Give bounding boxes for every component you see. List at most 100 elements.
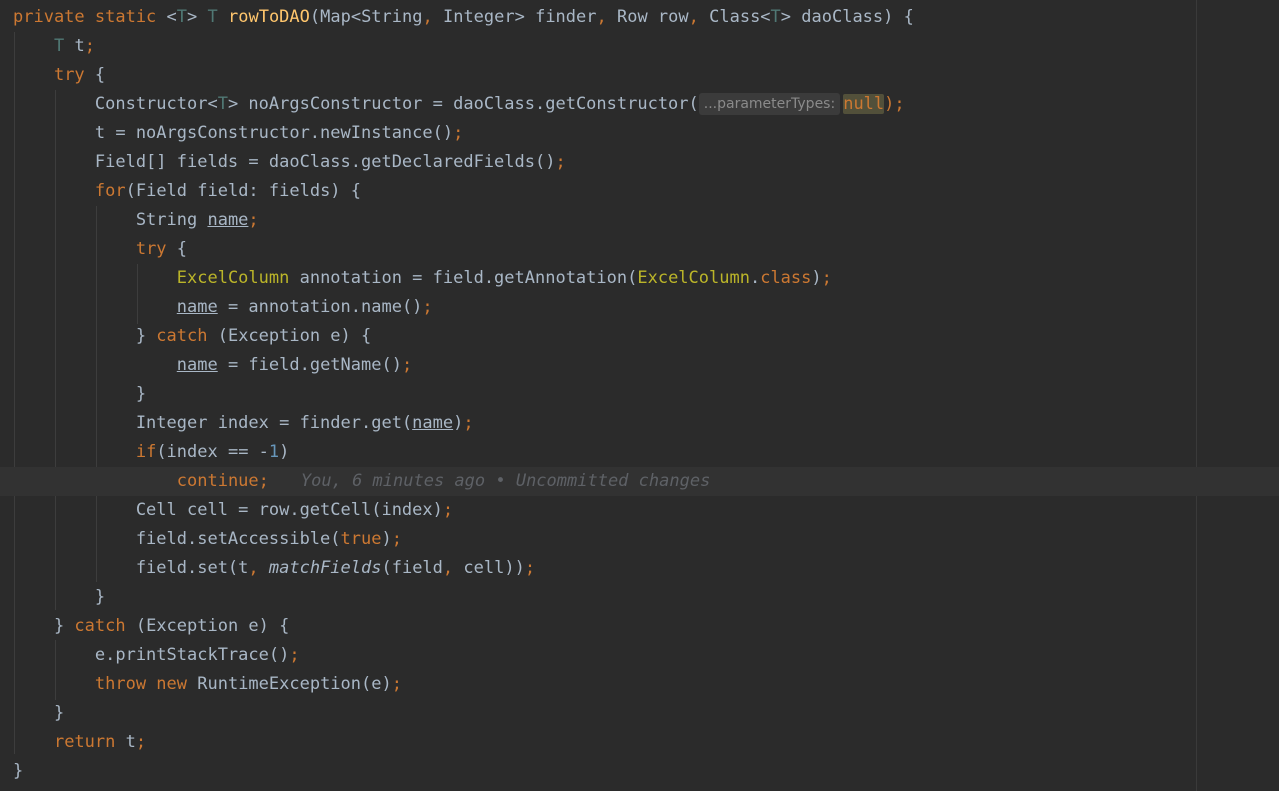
code-line[interactable]: return t;: [0, 728, 1279, 757]
code-line[interactable]: String name;: [0, 206, 1279, 235]
code-line[interactable]: for(Field field: fields) {: [0, 177, 1279, 206]
parameter-hint: ...parameterTypes:: [698, 93, 841, 115]
code-token: T: [770, 7, 781, 27]
code-token: T: [217, 94, 228, 114]
code-token: > daoClass) {: [780, 7, 914, 27]
code-line[interactable]: T t;: [0, 32, 1279, 61]
code-token: true: [340, 529, 382, 549]
code-token: {: [94, 65, 106, 85]
code-token: catch: [74, 616, 136, 636]
code-token: ;: [442, 500, 454, 520]
code-line[interactable]: }: [0, 583, 1279, 612]
code-token: (field: [381, 558, 443, 578]
code-token: ;: [401, 355, 413, 375]
code-line[interactable]: private static <T> T rowToDAO(Map<String…: [0, 3, 1279, 32]
code-editor[interactable]: private static <T> T rowToDAO(Map<String…: [0, 0, 1279, 791]
code-token: (Field field: fields) {: [125, 181, 362, 201]
code-line[interactable]: try {: [0, 235, 1279, 264]
code-token: 1: [268, 442, 280, 462]
code-line[interactable]: } catch (Exception e) {: [0, 322, 1279, 351]
code-token: ;: [463, 413, 474, 433]
code-token: cell)): [463, 558, 525, 578]
code-token: rowToDAO: [228, 7, 310, 27]
code-token: (Exception e) {: [217, 326, 372, 346]
code-line[interactable]: Constructor<T> noArgsConstructor = daoCl…: [0, 90, 1279, 119]
code-token: ;: [555, 152, 566, 172]
code-token: .: [749, 268, 761, 288]
code-token: (Exception e) {: [135, 616, 290, 636]
code-line[interactable]: } catch (Exception e) {: [0, 612, 1279, 641]
code-token: ;: [391, 674, 402, 694]
code-token: Cell cell = row.getCell(index): [13, 500, 443, 520]
code-token: >: [187, 7, 208, 27]
code-line[interactable]: field.setAccessible(true);: [0, 525, 1279, 554]
code-token: Class<: [709, 7, 771, 27]
code-token: (index == -: [156, 442, 269, 462]
code-line[interactable]: try {: [0, 61, 1279, 90]
code-line[interactable]: Cell cell = row.getCell(index);: [0, 496, 1279, 525]
code-line[interactable]: throw new RuntimeException(e);: [0, 670, 1279, 699]
code-line[interactable]: field.set(t, matchFields(field, cell));: [0, 554, 1279, 583]
code-token: e.printStackTrace(): [13, 645, 290, 665]
code-token: ): [811, 268, 822, 288]
code-token: ,: [442, 558, 464, 578]
code-token: ;: [821, 268, 832, 288]
code-token: RuntimeException(e): [197, 674, 392, 694]
code-line[interactable]: ExcelColumn annotation = field.getAnnota…: [0, 264, 1279, 293]
code-token: continue: [176, 471, 259, 491]
code-token: T: [53, 36, 75, 56]
code-line[interactable]: }: [0, 699, 1279, 728]
code-token: Constructor<: [13, 94, 218, 114]
code-token: ;: [391, 529, 402, 549]
code-token: t: [125, 732, 136, 752]
code-line[interactable]: }: [0, 757, 1279, 786]
code-token: field.setAccessible(: [13, 529, 341, 549]
code-token: Integer index = finder.get(: [13, 413, 413, 433]
code-line[interactable]: t = noArgsConstructor.newInstance();: [0, 119, 1279, 148]
code-token: > noArgsConstructor = daoClass.getConstr…: [227, 94, 699, 114]
code-token: if: [135, 442, 157, 462]
code-token: );: [884, 94, 905, 114]
code-token: ;: [135, 732, 147, 752]
code-line-current[interactable]: continue; You, 6 minutes ago • Uncommitte…: [0, 467, 1279, 496]
code-token: = annotation.name(): [217, 297, 423, 317]
code-token: try: [135, 239, 177, 259]
code-token: t: [74, 36, 85, 56]
code-token: ): [381, 529, 392, 549]
code-token: ;: [258, 471, 269, 491]
code-token: field.set(t: [13, 558, 249, 578]
code-line[interactable]: Field[] fields = daoClass.getDeclaredFie…: [0, 148, 1279, 177]
code-token: annotation = field.getAnnotation(: [289, 268, 638, 288]
code-token: catch: [156, 326, 218, 346]
code-token: ;: [422, 297, 433, 317]
code-token: ): [453, 413, 464, 433]
code-token: Row row: [616, 7, 689, 27]
code-token: }: [13, 616, 75, 636]
code-token: T: [176, 7, 188, 27]
code-token: Field[] fields = daoClass.getDeclaredFie…: [13, 152, 556, 172]
code-line[interactable]: Integer index = finder.get(name);: [0, 409, 1279, 438]
code-line[interactable]: e.printStackTrace();: [0, 641, 1279, 670]
code-token: throw new: [94, 674, 198, 694]
code-token: for: [94, 181, 126, 201]
code-token: <: [166, 7, 177, 27]
code-line[interactable]: name = field.getName();: [0, 351, 1279, 380]
code-line[interactable]: name = annotation.name();: [0, 293, 1279, 322]
code-token: ExcelColumn: [176, 268, 290, 288]
code-token: ): [279, 442, 290, 462]
code-token: ;: [84, 36, 95, 56]
code-token: ;: [453, 123, 464, 143]
code-token: String: [13, 210, 208, 230]
code-token: ,: [248, 558, 269, 578]
code-token: name: [176, 355, 218, 375]
code-token: null: [843, 94, 885, 114]
code-line[interactable]: if(index == -1): [0, 438, 1279, 467]
code-token: class: [760, 268, 812, 288]
code-line[interactable]: }: [0, 380, 1279, 409]
code-token: ,: [422, 7, 443, 27]
